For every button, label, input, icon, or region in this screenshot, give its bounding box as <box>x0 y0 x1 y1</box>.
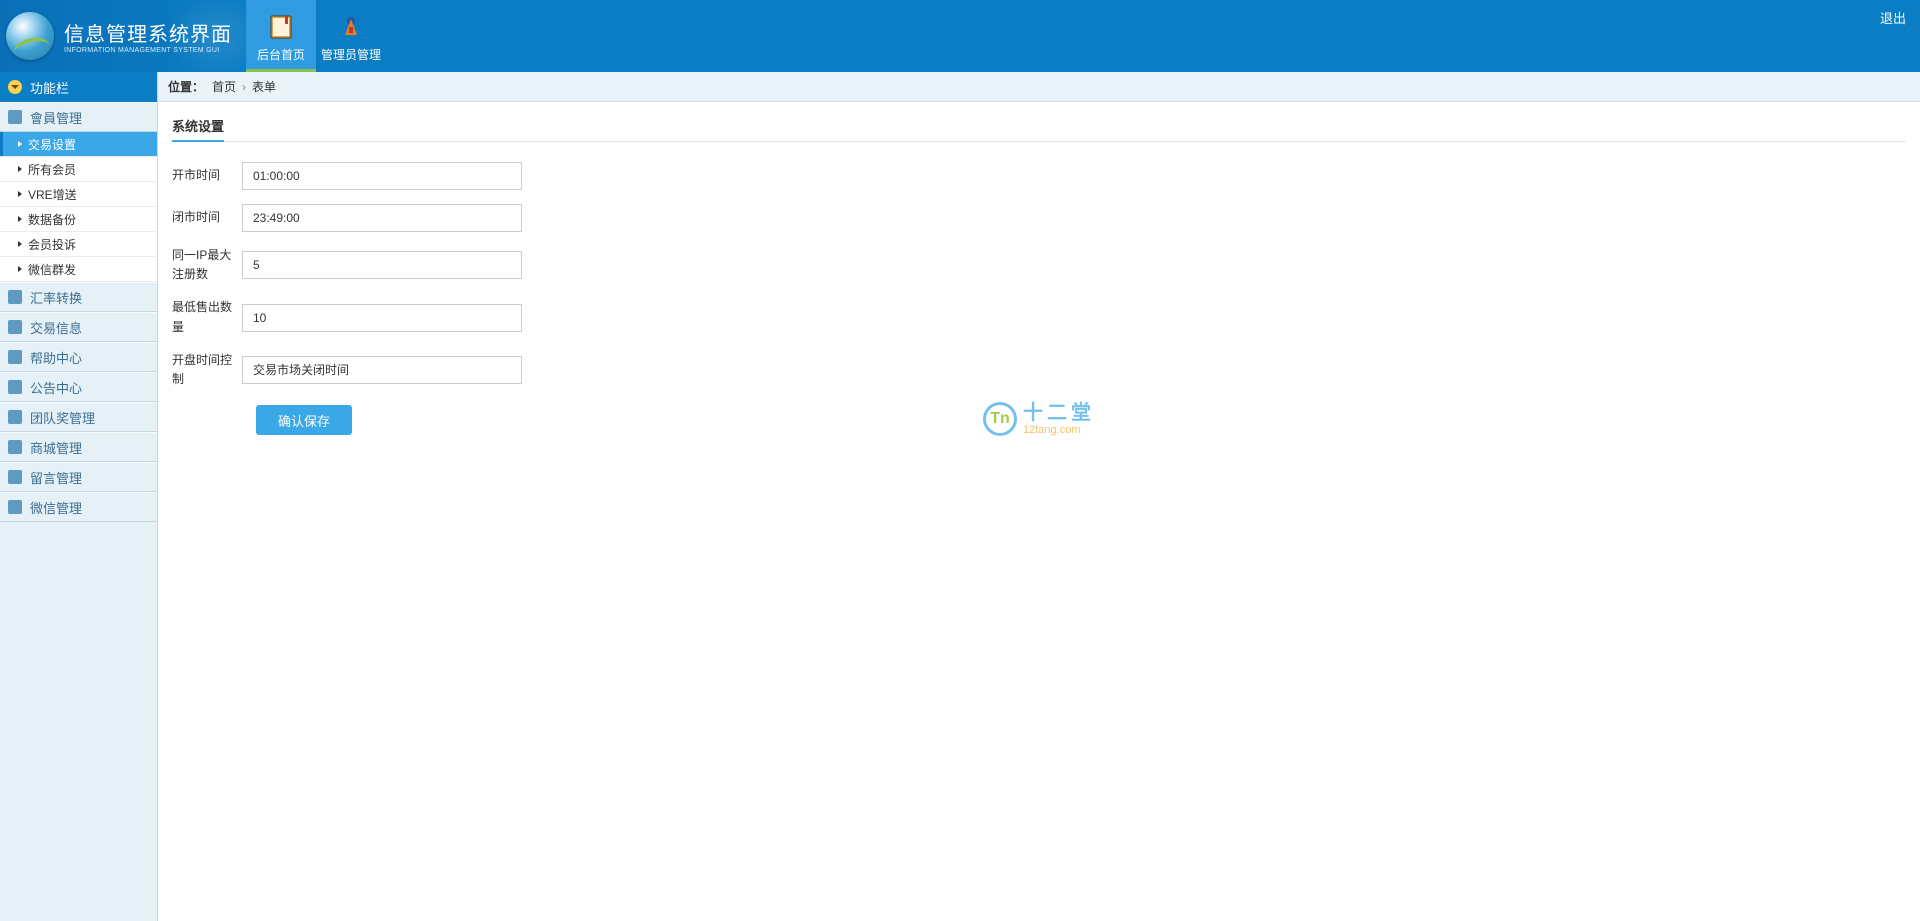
tools-icon <box>336 12 366 42</box>
list-icon <box>8 110 22 124</box>
panel-underline <box>172 141 1906 142</box>
sec-mall[interactable]: 商城管理 <box>0 432 157 462</box>
sidebar-header-label: 功能栏 <box>30 78 69 97</box>
logo-icon <box>6 12 54 60</box>
main-area: 位置： 首页 › 表单 系统设置 开市时间 闭市时间 同一IP最大注册数 最低售… <box>158 72 1920 921</box>
sec-message[interactable]: 留言管理 <box>0 462 157 492</box>
logout-link[interactable]: 退出 <box>1880 0 1920 72</box>
app-header: 信息管理系统界面 INFORMATION MANAGEMENT SYSTEM G… <box>0 0 1920 72</box>
sub-wechat-broadcast[interactable]: 微信群发 <box>0 257 157 282</box>
label-open-time: 开市时间 <box>172 166 242 185</box>
input-open-time-control[interactable] <box>242 356 522 384</box>
breadcrumb: 位置： 首页 › 表单 <box>158 72 1920 102</box>
breadcrumb-sep: › <box>242 80 246 94</box>
sec-team-bonus[interactable]: 团队奖管理 <box>0 402 157 432</box>
sec-trade-info-label: 交易信息 <box>30 318 82 337</box>
sec-team-bonus-label: 团队奖管理 <box>30 408 95 427</box>
app-subtitle: INFORMATION MANAGEMENT SYSTEM GUI <box>64 47 232 54</box>
row-close-time: 闭市时间 <box>158 204 1920 232</box>
chat-icon <box>8 500 22 514</box>
sec-notice[interactable]: 公告中心 <box>0 372 157 402</box>
sec-exchange-label: 汇率转换 <box>30 288 82 307</box>
nav-home-label: 后台首页 <box>257 46 305 63</box>
main-container: 功能栏 會員管理 交易设置 所有会员 VRE增送 数据备份 会员投诉 微信群发 … <box>0 72 1920 921</box>
row-max-ip-reg: 同一IP最大注册数 <box>158 246 1920 284</box>
sub-trade-settings[interactable]: 交易设置 <box>0 132 157 157</box>
sec-mall-label: 商城管理 <box>30 438 82 457</box>
sub-complaints[interactable]: 会员投诉 <box>0 232 157 257</box>
input-close-time[interactable] <box>242 204 522 232</box>
book-icon <box>266 12 296 42</box>
row-min-sell-qty: 最低售出数量 <box>158 298 1920 336</box>
input-open-time[interactable] <box>242 162 522 190</box>
submit-button[interactable]: 确认保存 <box>256 405 352 435</box>
sec-notice-label: 公告中心 <box>30 378 82 397</box>
sec-member[interactable]: 會員管理 <box>0 102 157 132</box>
panel-title: 系统设置 <box>158 102 1920 141</box>
edit-icon <box>8 470 22 484</box>
sec-wechat-label: 微信管理 <box>30 498 82 517</box>
sub-all-members[interactable]: 所有会员 <box>0 157 157 182</box>
app-title: 信息管理系统界面 <box>64 18 232 47</box>
row-open-time: 开市时间 <box>158 162 1920 190</box>
breadcrumb-home[interactable]: 首页 <box>212 78 236 95</box>
label-min-sell-qty: 最低售出数量 <box>172 298 242 336</box>
input-min-sell-qty[interactable] <box>242 304 522 332</box>
logo-text: 信息管理系统界面 INFORMATION MANAGEMENT SYSTEM G… <box>64 18 232 54</box>
sec-member-label: 會員管理 <box>30 108 82 127</box>
edit-icon <box>8 380 22 394</box>
list-icon <box>8 320 22 334</box>
top-nav: 后台首页 管理员管理 <box>246 0 386 72</box>
nav-admin[interactable]: 管理员管理 <box>316 0 386 72</box>
breadcrumb-current: 表单 <box>252 78 276 95</box>
breadcrumb-label: 位置： <box>168 78 204 95</box>
sec-help[interactable]: 帮助中心 <box>0 342 157 372</box>
panel: 系统设置 开市时间 闭市时间 同一IP最大注册数 最低售出数量 开盘时间控制 <box>158 102 1920 921</box>
label-open-time-control: 开盘时间控制 <box>172 351 242 389</box>
sub-backup[interactable]: 数据备份 <box>0 207 157 232</box>
edit-icon <box>8 350 22 364</box>
sub-vre-bonus[interactable]: VRE增送 <box>0 182 157 207</box>
swap-icon <box>8 290 22 304</box>
sec-exchange[interactable]: 汇率转换 <box>0 282 157 312</box>
edit-icon <box>8 440 22 454</box>
sec-trade-info[interactable]: 交易信息 <box>0 312 157 342</box>
sec-help-label: 帮助中心 <box>30 348 82 367</box>
calendar-icon <box>8 410 22 424</box>
row-open-time-control: 开盘时间控制 <box>158 351 1920 389</box>
sidebar-header[interactable]: 功能栏 <box>0 72 157 102</box>
nav-admin-label: 管理员管理 <box>321 46 381 63</box>
sec-message-label: 留言管理 <box>30 468 82 487</box>
label-max-ip-reg: 同一IP最大注册数 <box>172 246 242 284</box>
label-close-time: 闭市时间 <box>172 208 242 227</box>
sidebar: 功能栏 會員管理 交易设置 所有会员 VRE增送 数据备份 会员投诉 微信群发 … <box>0 72 158 921</box>
sec-wechat[interactable]: 微信管理 <box>0 492 157 522</box>
input-max-ip-reg[interactable] <box>242 251 522 279</box>
button-row: 确认保存 <box>158 405 1920 435</box>
nav-home[interactable]: 后台首页 <box>246 0 316 72</box>
chevron-down-icon <box>8 80 22 94</box>
logo-area: 信息管理系统界面 INFORMATION MANAGEMENT SYSTEM G… <box>0 0 246 72</box>
